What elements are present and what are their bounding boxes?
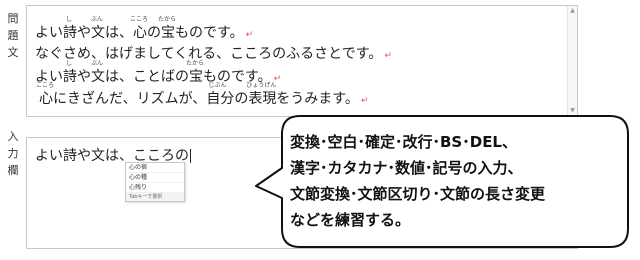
bubble-line-1: 変換･空白･確定･改行･BS･DEL、	[290, 133, 517, 151]
speech-bubble-text: 変換･空白･確定･改行･BS･DEL、 漢字･カタカナ･数値･記号の入力、 文節…	[290, 129, 630, 233]
bubble-line-4: などを練習する。	[290, 211, 411, 229]
bubble-line-3: 文節変換･文節区切り･文節の長さ変更	[290, 185, 546, 203]
bubble-line-2: 漢字･カタカナ･数値･記号の入力、	[290, 159, 523, 177]
typing-practice-window: 問 題 文 よいし詩や ぶん 文は、 こころ 心の たから 宝ものです。 ↵ なぐさめ、はげま…	[0, 0, 640, 260]
